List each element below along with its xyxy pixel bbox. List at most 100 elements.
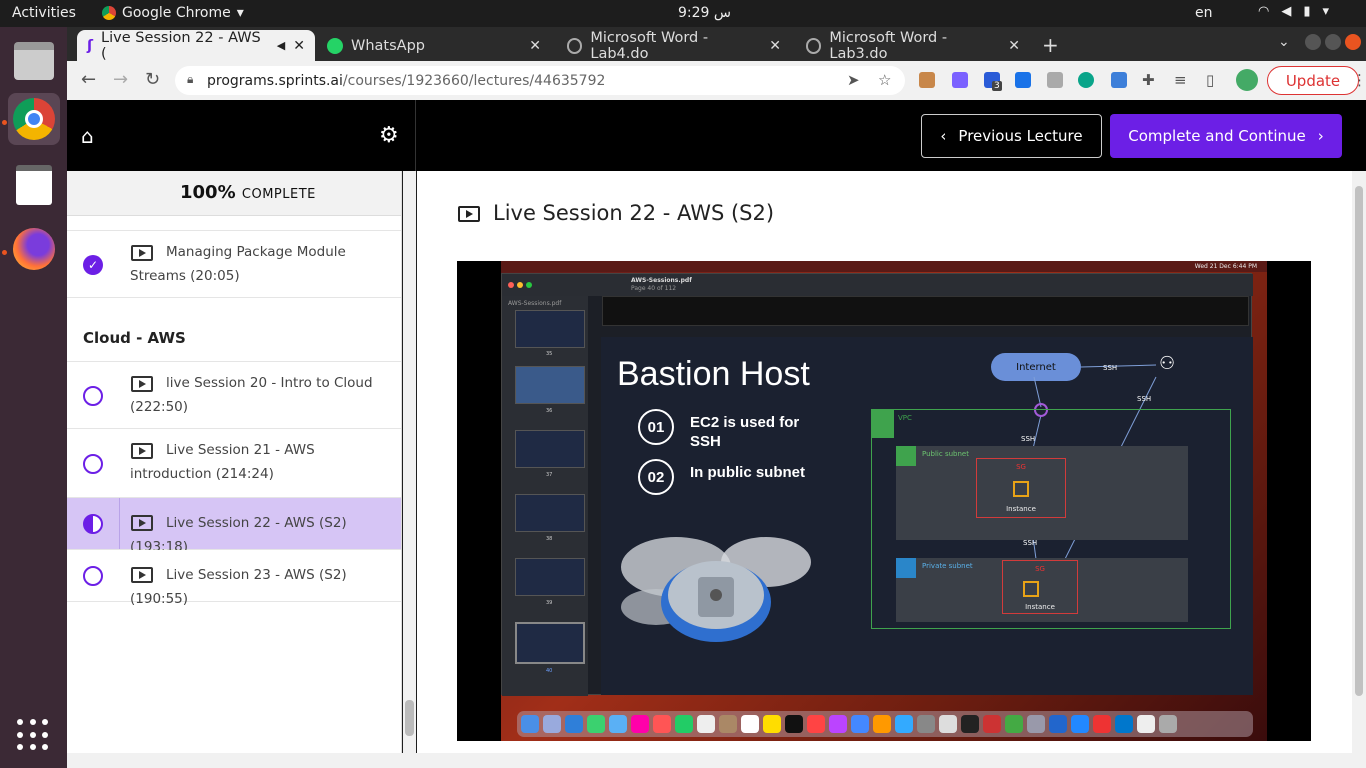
ssh-label: SSH [1021, 435, 1036, 443]
home-icon[interactable]: ⌂ [81, 124, 94, 148]
page-thumbnail [515, 558, 585, 596]
ec2-instance-icon [1023, 581, 1039, 597]
send-icon[interactable]: ➤ [847, 71, 860, 89]
tab-word-lab4[interactable]: Microsoft Word - Lab4.do ✕ [557, 29, 791, 62]
update-button[interactable]: Update [1267, 66, 1359, 95]
extension-icon[interactable] [1015, 72, 1031, 88]
forward-icon[interactable]: → [113, 69, 128, 90]
extension-icon[interactable] [919, 72, 935, 88]
lecture-title: Live Session 21 - AWS introduction (214:… [130, 442, 315, 482]
in-progress-icon [83, 514, 103, 534]
new-tab-button[interactable]: + [1042, 33, 1059, 57]
tab-search-button[interactable]: ⌄ [1278, 34, 1290, 50]
ssh-label: SSH [1103, 364, 1118, 372]
lecture-item[interactable]: Live Session 23 - AWS (S2) (190:55) [67, 550, 401, 607]
system-top-bar: Activities Google Chrome ▾ 9:29 س en ◠ ◀… [0, 0, 1366, 27]
media-control-icon[interactable]: ≡ [1174, 71, 1187, 89]
clock[interactable]: 9:29 س [678, 5, 731, 21]
page-thumbnail-current [515, 622, 585, 664]
app-menu[interactable]: Google Chrome ▾ [102, 5, 244, 21]
page-thumbnail [515, 430, 585, 468]
tab-live-session[interactable]: ʃ Live Session 22 - AWS ( ◀ ✕ [77, 30, 315, 62]
thumb-page-number: 40 [546, 668, 553, 674]
system-tray[interactable]: ◠ ◀ ▮ ▾ [1258, 4, 1329, 19]
previous-lecture-button[interactable]: ‹ Previous Lecture [921, 114, 1102, 158]
firefox-icon[interactable] [8, 223, 60, 275]
sprints-icon: ʃ [87, 37, 94, 54]
puzzle-icon[interactable]: ✚ [1142, 71, 1155, 89]
browser-toolbar: ← → ↻ 🔒︎ programs.sprints.ai/courses/192… [67, 61, 1366, 100]
extension-icon[interactable] [1047, 72, 1063, 88]
maximize-icon[interactable] [1325, 34, 1341, 50]
vpc-box: VPC Public subnet SG Instance Private su… [871, 409, 1231, 629]
profile-avatar[interactable] [1236, 69, 1258, 91]
extension-icon[interactable] [952, 72, 968, 88]
lecture-item[interactable]: ✓ Managing Package Module Streams (20:05… [67, 231, 401, 298]
horizontal-scrollbar[interactable] [67, 753, 1366, 768]
video-frame-mac-desktop: Wed 21 Dec 6:44 PM AWS-Sessions.pdf Page… [501, 261, 1267, 741]
public-subnet: Public subnet SG Instance [896, 446, 1188, 540]
address-bar[interactable]: 🔒︎ programs.sprints.ai/courses/1923660/l… [175, 66, 905, 95]
extension-icon[interactable] [1111, 72, 1127, 88]
video-icon [458, 206, 480, 222]
gear-icon[interactable]: ⚙ [379, 123, 399, 148]
minimize-icon[interactable] [1305, 34, 1321, 50]
lecture-item[interactable]: live Session 20 - Intro to Cloud (222:50… [67, 362, 401, 429]
security-group: SG Instance [976, 458, 1066, 518]
slide: Bastion Host 01 EC2 is used for SSH 02 I… [601, 337, 1253, 695]
tab-title: Microsoft Word - Lab4.do [590, 29, 709, 62]
page-title: Live Session 22 - AWS (S2) [493, 201, 775, 225]
show-apps-icon[interactable] [17, 719, 49, 751]
mac-dock [517, 711, 1253, 737]
sg-label: SG [1035, 565, 1045, 573]
kebab-menu-icon[interactable]: ⋮ [1352, 71, 1366, 89]
sidebar-scrollbar[interactable] [403, 171, 416, 753]
lecture-item[interactable]: Live Session 21 - AWS introduction (214:… [67, 429, 401, 498]
close-icon[interactable]: ✕ [1008, 38, 1020, 54]
page-scrollbar[interactable] [1352, 171, 1366, 753]
close-icon[interactable]: ✕ [293, 38, 305, 54]
window-controls[interactable] [1305, 34, 1361, 50]
update-label: Update [1285, 71, 1341, 90]
vpc-label: VPC [898, 414, 912, 422]
previous-lecture-label: Previous Lecture [958, 127, 1083, 145]
battery-icon: ▮ [1303, 4, 1311, 19]
reload-icon[interactable]: ↻ [145, 69, 160, 90]
course-progress: 100% COMPLETE [67, 171, 401, 216]
incomplete-circle-icon [83, 386, 103, 406]
tab-whatsapp[interactable]: WhatsApp ✕ [317, 30, 551, 61]
incomplete-circle-icon [83, 566, 103, 586]
thumb-page-number: 36 [546, 408, 553, 414]
thumb-page-number: 39 [546, 600, 553, 606]
tab-title: Microsoft Word - Lab3.do [829, 29, 948, 62]
instance-label: Instance [1006, 505, 1036, 513]
back-icon[interactable]: ← [81, 69, 96, 90]
tab-word-lab3[interactable]: Microsoft Word - Lab3.do ✕ [796, 29, 1030, 62]
chrome-icon[interactable] [8, 93, 60, 145]
chevron-right-icon: › [1317, 127, 1324, 145]
input-language[interactable]: en [1195, 5, 1213, 21]
section-title: Cloud - AWS [83, 329, 186, 347]
lecture-item-current[interactable]: Live Session 22 - AWS (S2) (193:18) [67, 498, 401, 555]
instance-label: Instance [1025, 603, 1055, 611]
close-icon[interactable]: ✕ [769, 38, 781, 54]
side-panel-icon[interactable]: ▯ [1206, 71, 1214, 89]
url-path: /courses/1923660/lectures/44635792 [342, 72, 606, 89]
chevron-down-icon: ▾ [1322, 4, 1330, 19]
text-editor-icon[interactable] [8, 159, 60, 211]
video-player[interactable]: Wed 21 Dec 6:44 PM AWS-Sessions.pdf Page… [457, 261, 1311, 741]
wifi-icon: ◠ [1258, 4, 1270, 19]
files-icon[interactable] [8, 35, 60, 87]
complete-and-continue-button[interactable]: Complete and Continue › [1110, 114, 1342, 158]
close-icon[interactable] [1345, 34, 1361, 50]
lock-icon: 🔒︎ [187, 72, 194, 86]
chevron-down-icon: ▾ [236, 5, 244, 21]
extension-icon[interactable] [1078, 72, 1094, 88]
whatsapp-icon [327, 37, 343, 54]
ssh-label: SSH [1023, 539, 1038, 547]
preview-thumbnails: AWS-Sessions.pdf 35 36 37 38 39 40 [502, 296, 588, 696]
close-icon[interactable]: ✕ [529, 38, 541, 54]
activities-button[interactable]: Activities [12, 5, 76, 21]
bookmark-star-icon[interactable]: ☆ [878, 71, 891, 89]
volume-icon: ◀ [1281, 4, 1292, 19]
